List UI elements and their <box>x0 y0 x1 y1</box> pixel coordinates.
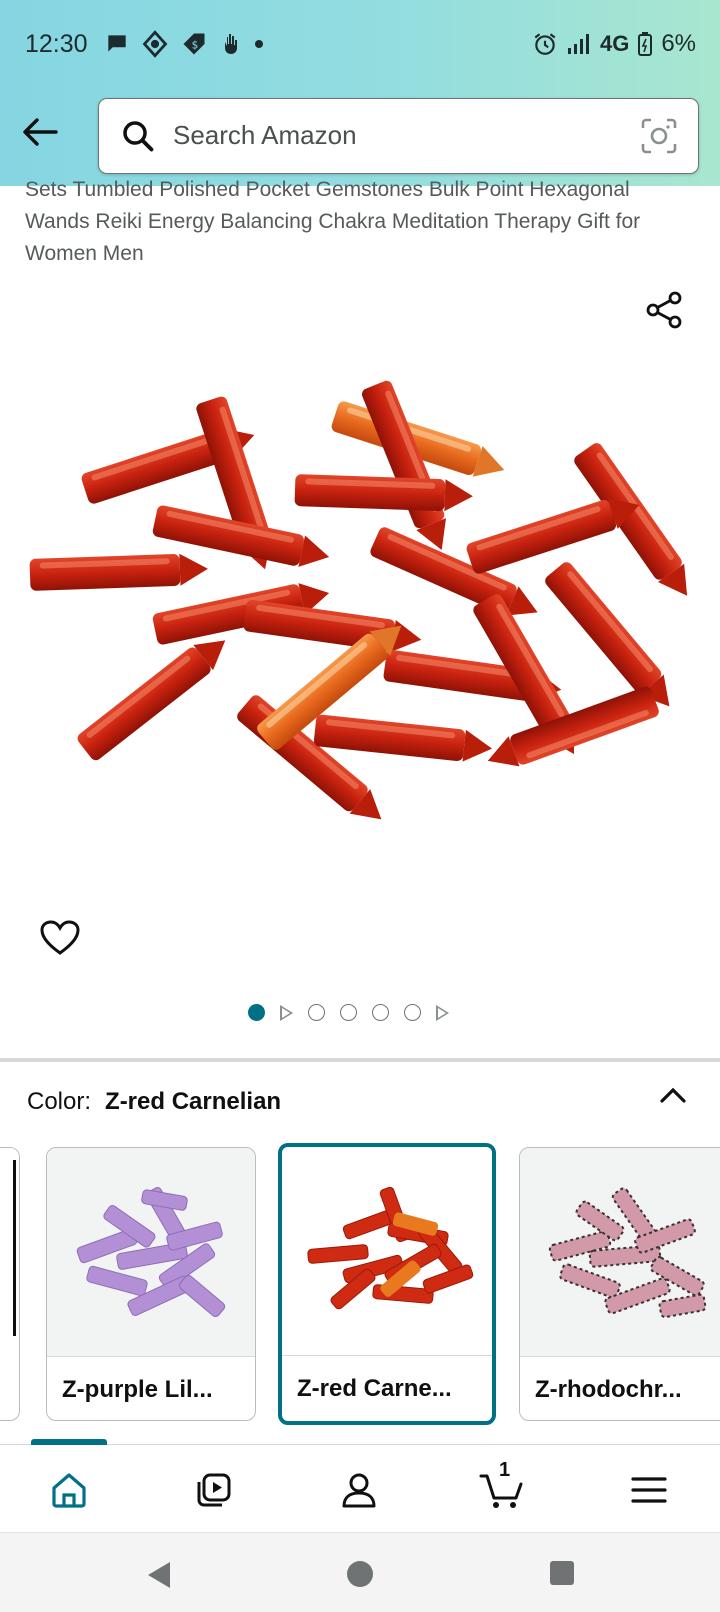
account-icon <box>342 1473 376 1508</box>
nav-cart[interactable]: 1 <box>477 1459 527 1515</box>
share-icon <box>646 291 682 329</box>
carousel-dot[interactable] <box>372 1004 389 1021</box>
nav-home[interactable] <box>44 1465 94 1515</box>
more-dot-icon <box>255 40 263 48</box>
signal-icon <box>567 34 589 54</box>
back-button[interactable] <box>18 110 62 154</box>
notification-icons: $ <box>104 30 264 58</box>
cart-count: 1 <box>499 1459 511 1481</box>
nav-menu[interactable] <box>624 1465 674 1515</box>
section-divider <box>0 1058 720 1062</box>
image-carousel-dots[interactable] <box>248 1004 449 1021</box>
search-input[interactable]: Search Amazon <box>98 98 699 174</box>
rhodochrosite-image <box>548 1187 707 1319</box>
video-indicator-icon[interactable] <box>280 1004 293 1021</box>
share-button[interactable] <box>645 290 685 335</box>
color-key: Color: <box>27 1088 92 1115</box>
product-title: Sets Tumbled Polished Pocket Gemstones B… <box>25 178 641 265</box>
bottom-navigation: 1 <box>0 1439 720 1532</box>
status-bar: 12:30 $ 4G 6% <box>0 0 720 92</box>
system-back-icon[interactable] <box>144 1559 174 1591</box>
swatch-image <box>47 1148 255 1356</box>
battery-icon <box>638 32 653 56</box>
svg-text:$: $ <box>192 40 199 52</box>
menu-icon <box>631 1477 667 1503</box>
video-indicator-icon[interactable] <box>436 1004 449 1021</box>
battery-level: 6% <box>661 30 696 57</box>
alarm-icon <box>534 33 556 55</box>
system-home-icon[interactable] <box>345 1559 375 1589</box>
color-swatch[interactable]: Z-purple Lil... <box>46 1147 256 1421</box>
search-icon <box>123 121 154 152</box>
payment-notification-icon: $ <box>183 33 205 55</box>
status-time: 12:30 <box>25 30 88 58</box>
heart-icon <box>40 920 80 955</box>
carousel-dot[interactable] <box>404 1004 421 1021</box>
system-recents-icon[interactable] <box>548 1559 576 1587</box>
video-icon <box>197 1473 231 1507</box>
color-label: Color: Z-red Carnelian <box>27 1088 281 1116</box>
purple-lilac-image <box>76 1186 226 1318</box>
wishlist-button[interactable] <box>40 920 80 961</box>
gesture-notification-icon <box>225 34 237 54</box>
back-arrow-icon <box>23 118 58 146</box>
swatch-image <box>282 1147 492 1355</box>
nav-account[interactable] <box>334 1465 384 1515</box>
color-selected-value: Z-red Carnelian <box>105 1088 282 1115</box>
camera-lens-icon[interactable] <box>640 117 678 155</box>
swatch-label: Z-red Carne... <box>282 1355 492 1421</box>
home-icon <box>52 1473 86 1508</box>
red-carnelian-image <box>307 1186 474 1310</box>
product-image[interactable] <box>15 360 705 880</box>
active-tab-indicator <box>31 1439 107 1445</box>
nav-video[interactable] <box>189 1465 239 1515</box>
swatch-image <box>520 1148 720 1356</box>
carousel-dot-active[interactable] <box>248 1004 265 1021</box>
system-navigation-bar <box>0 1532 720 1612</box>
app-notification-icon <box>142 30 168 58</box>
network-type: 4G <box>599 31 630 56</box>
header-background: 12:30 $ 4G 6% Search Amazon <box>0 0 720 186</box>
carousel-dot[interactable] <box>308 1004 325 1021</box>
color-swatch-selected[interactable]: Z-red Carne... <box>278 1143 496 1425</box>
carousel-dot[interactable] <box>340 1004 357 1021</box>
color-swatch-partial[interactable] <box>0 1147 20 1421</box>
color-swatch[interactable]: Z-rhodochr... <box>519 1147 720 1421</box>
color-swatch-list: Z-purple Lil... Z-red Carne... Z-rhodoch… <box>0 1143 720 1428</box>
swatch-label: Z-purple Lil... <box>47 1356 255 1420</box>
search-placeholder: Search Amazon <box>173 120 357 150</box>
chevron-up-icon <box>660 1087 686 1103</box>
collapse-colors-button[interactable] <box>658 1085 688 1110</box>
chat-notification-icon <box>108 35 126 52</box>
status-right: 4G 6% <box>532 30 696 58</box>
swatch-label: Z-rhodochr... <box>520 1356 720 1420</box>
